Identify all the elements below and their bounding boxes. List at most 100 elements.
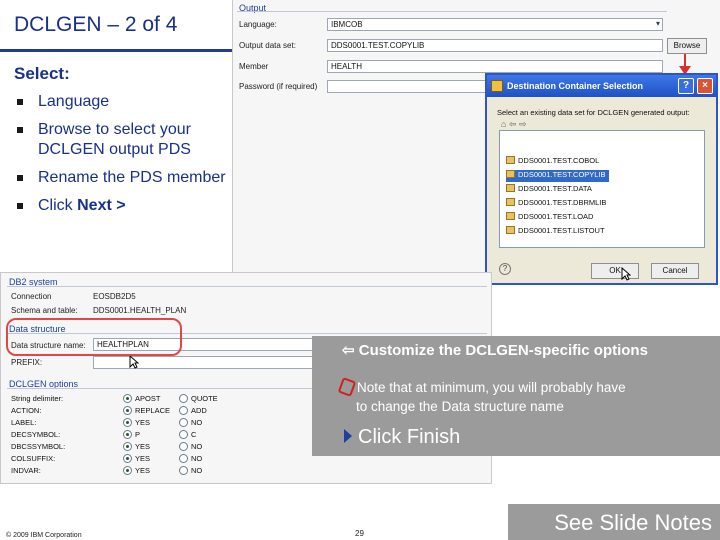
bullet-click-next: Click Next > [17,196,228,216]
option-a-label: YES [135,454,151,463]
option-radio-a[interactable] [123,454,132,463]
password-field[interactable] [327,80,487,93]
dialog-title: Destination Container Selection [507,81,644,91]
option-b-label: NO [191,418,203,427]
member-field[interactable]: HEALTH [327,60,663,73]
option-a-label: P [135,430,141,439]
option-radio-a[interactable] [123,418,132,427]
page-number: 29 [355,529,364,538]
tree-nav-icons: ⌂ ⇦ ⇨ [501,119,527,130]
home-icon[interactable]: ⌂ [501,119,506,129]
chevron-down-icon: ▾ [655,19,660,28]
browse-button[interactable]: Browse [667,38,707,54]
footer-copyright: © 2009 IBM Corporation [6,532,82,539]
option-a-label: YES [135,442,151,451]
option-radio-b[interactable] [179,442,188,451]
callout-panel: ⇦ Customize the DCLGEN-specific options … [312,336,720,456]
folder-icon [506,184,515,192]
bullet-square-icon [17,203,23,209]
bullet-browse: Browse to select your DCLGEN output PDS [17,120,228,160]
destination-dialog: Destination Container Selection ? × Sele… [485,73,718,285]
schema-value: DDS0001.HEALTH_PLAN [93,306,187,315]
connection-label: Connection [11,292,52,301]
help-circle-icon[interactable]: ? [499,263,511,275]
option-radio-b[interactable] [179,418,188,427]
callout-line-finish: Click Finish [344,426,460,449]
list-item[interactable]: DDS0001.TEST.LISTOUT [506,226,605,238]
option-label: COLSUFFIX: [11,454,56,463]
close-icon[interactable]: × [697,78,713,94]
option-a-label: YES [135,466,151,475]
callout-line-customize: ⇦ Customize the DCLGEN-specific options [342,342,648,359]
arrow-left-icon: ⇦ [342,342,355,359]
note-pad-icon [337,377,357,397]
folder-icon [506,226,515,234]
forward-icon[interactable]: ⇨ [519,119,527,129]
slide-notes-text: See Slide Notes [554,510,712,535]
cancel-button[interactable]: Cancel [651,263,699,279]
option-b-label: ADD [191,406,207,415]
dialog-title-bar: Destination Container Selection ? × [487,75,716,97]
bullet-square-icon [17,175,23,181]
password-label: Password (if required) [239,82,318,91]
option-label: ACTION: [11,406,42,415]
output-dataset-field[interactable]: DDS0001.TEST.COPYLIB [327,39,663,52]
option-b-label: C [191,430,197,439]
list-item[interactable]: DDS0001.TEST.DATA [506,184,592,196]
bullet-square-icon [17,99,23,105]
slide-title-text: DCLGEN – 2 of 4 [14,13,178,36]
option-radio-b[interactable] [179,394,188,403]
option-label: DBCSSYMBOL: [11,442,66,451]
ok-button[interactable]: OK [591,263,639,279]
option-radio-a[interactable] [123,430,132,439]
list-item[interactable]: DDS0001.TEST.COBOL [506,156,599,168]
prefix-label: PREFIX: [11,358,43,367]
option-label: INDVAR: [11,466,41,475]
language-select[interactable]: IBMCOB ▾ [327,18,663,31]
option-label: LABEL: [11,418,37,427]
folder-icon [506,170,515,178]
option-radio-a[interactable] [123,394,132,403]
bullet-language: Language [17,92,228,112]
instruction-list: Language Browse to select your DCLGEN ou… [17,92,228,224]
option-radio-b[interactable] [179,406,188,415]
option-b-label: QUOTE [191,394,218,403]
option-a-label: REPLACE [135,406,171,415]
mouse-cursor-icon [129,355,139,369]
option-radio-a[interactable] [123,406,132,415]
back-icon[interactable]: ⇦ [509,119,517,129]
option-a-label: YES [135,418,151,427]
callout-line-note: Note that at minimum, you will probably … [337,377,626,397]
slide-title: DCLGEN – 2 of 4 [0,0,232,52]
option-radio-a[interactable] [123,466,132,475]
list-item-selected[interactable]: DDS0001.TEST.COPYLIB [506,170,609,182]
callout-line-note-2: to change the Data structure name [356,399,564,414]
schema-label: Schema and table: [11,306,78,315]
output-dataset-label: Output data set: [239,41,296,50]
bullet-rename: Rename the PDS member [17,168,228,188]
dataset-list[interactable]: DDS0001.TEST.COBOL DDS0001.TEST.COPYLIB … [499,130,705,248]
option-radio-b[interactable] [179,466,188,475]
prefix-field[interactable] [93,356,323,369]
language-label: Language: [239,20,277,29]
slide-notes-box: See Slide Notes [508,504,720,540]
option-label: String delimiter: [11,394,64,403]
option-radio-b[interactable] [179,430,188,439]
option-label: DECSYMBOL: [11,430,61,439]
triangle-bullet-icon [344,429,352,443]
option-b-label: NO [191,466,203,475]
select-label: Select: [14,64,70,83]
help-icon[interactable]: ? [678,78,694,94]
option-radio-b[interactable] [179,454,188,463]
list-item[interactable]: DDS0001.TEST.LOAD [506,212,593,224]
db2-group-rule [7,286,487,287]
folder-icon [506,212,515,220]
highlight-ellipse [6,318,182,356]
dialog-prompt: Select an existing data set for DCLGEN g… [497,108,690,117]
dialog-app-icon [491,80,503,92]
list-item[interactable]: DDS0001.TEST.DBRMLIB [506,198,606,210]
option-radio-a[interactable] [123,442,132,451]
connection-value: EOSDB2D5 [93,292,136,301]
folder-icon [506,156,515,164]
folder-icon [506,198,515,206]
